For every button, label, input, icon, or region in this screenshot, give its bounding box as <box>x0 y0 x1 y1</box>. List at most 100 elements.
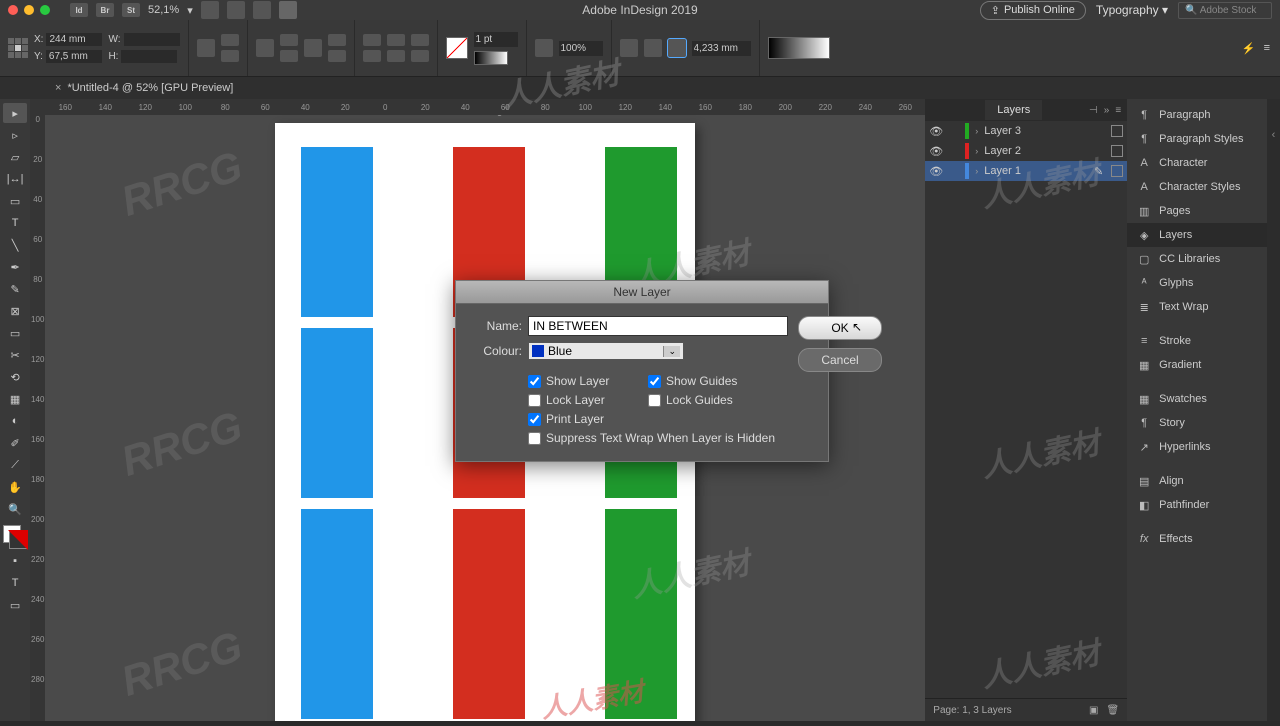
gradient-swatch-tool[interactable]: ▦ <box>3 389 27 409</box>
disclosure-icon[interactable]: › <box>975 166 978 176</box>
gpu-icon[interactable] <box>279 1 297 19</box>
rail-hyperlinks[interactable]: ↗Hyperlinks <box>1127 435 1267 459</box>
rail-glyphs[interactable]: ᴬGlyphs <box>1127 271 1267 295</box>
corner-icon-2[interactable] <box>328 50 346 62</box>
rail-align[interactable]: ▤Align <box>1127 469 1267 493</box>
option-icon-2[interactable] <box>280 50 298 62</box>
screen-mode-icon[interactable] <box>253 1 271 19</box>
red-block[interactable] <box>453 509 525 719</box>
align-right-icon[interactable] <box>387 34 405 46</box>
panel-menu-icon[interactable]: ≡ <box>1264 42 1270 54</box>
page-tool[interactable]: ▱ <box>3 147 27 167</box>
rotate-icon[interactable] <box>197 39 215 57</box>
panel-collapse-icon[interactable]: ⊣ <box>1089 105 1098 116</box>
h-input[interactable] <box>121 50 177 63</box>
app-icon-br[interactable]: Br <box>96 3 114 17</box>
blue-block[interactable] <box>301 509 373 719</box>
layer-row[interactable]: 👁 › Layer 2 <box>925 141 1127 161</box>
minimize-window-button[interactable] <box>24 5 34 15</box>
adobe-stock-search[interactable]: 🔍 Adobe Stock <box>1178 2 1272 19</box>
lock-layer-checkbox[interactable]: Lock Layer <box>528 393 648 407</box>
type-tool[interactable]: T <box>3 213 27 233</box>
hand-tool[interactable]: ✋ <box>3 477 27 497</box>
layer-name-input[interactable] <box>528 316 788 336</box>
distribute-v-icon[interactable] <box>411 50 429 62</box>
layer-target-icon[interactable] <box>1111 125 1123 137</box>
opacity-input[interactable] <box>559 41 603 56</box>
view-option-icon[interactable] <box>201 1 219 19</box>
selection-tool[interactable]: ▸ <box>3 103 27 123</box>
tab-close-icon[interactable]: × <box>55 82 61 94</box>
align-left-icon[interactable] <box>363 34 381 46</box>
lock-guides-checkbox[interactable]: Lock Guides <box>648 393 788 407</box>
corner-icon[interactable] <box>328 34 346 46</box>
rail-gradient[interactable]: ▦Gradient <box>1127 353 1267 377</box>
cancel-button[interactable]: Cancel <box>798 348 882 372</box>
option-icon[interactable] <box>280 34 298 46</box>
rail-layers[interactable]: ◈Layers <box>1127 223 1267 247</box>
rail-story[interactable]: ¶Story <box>1127 411 1267 435</box>
textwrap-icon-3[interactable] <box>668 39 686 57</box>
rail-stroke[interactable]: ≡Stroke <box>1127 329 1267 353</box>
dock-expand-icon[interactable]: ‹ <box>1272 129 1276 141</box>
align-v-icon[interactable] <box>387 50 405 62</box>
ok-button[interactable]: OK↖ <box>798 316 882 340</box>
rectangle-tool[interactable]: ▭ <box>3 323 27 343</box>
effects-icon[interactable] <box>535 39 553 57</box>
rail-text-wrap[interactable]: ≣Text Wrap <box>1127 295 1267 319</box>
quick-apply-icon[interactable]: ⚡ <box>1242 42 1256 55</box>
distribute-h-icon[interactable] <box>411 34 429 46</box>
note-tool[interactable]: ✐ <box>3 433 27 453</box>
textwrap-icon-1[interactable] <box>620 39 638 57</box>
gradient-swatch[interactable] <box>768 37 830 59</box>
layer-row[interactable]: 👁 › Layer 3 <box>925 121 1127 141</box>
flip-h-icon[interactable] <box>221 34 239 46</box>
content-collector-tool[interactable]: ▭ <box>3 191 27 211</box>
pencil-tool[interactable]: ✎ <box>3 279 27 299</box>
rail-effects[interactable]: fxEffects <box>1127 527 1267 551</box>
panel-expand-icon[interactable]: » <box>1104 105 1110 116</box>
disclosure-icon[interactable]: › <box>975 126 978 136</box>
view-mode-icon[interactable]: ▭ <box>3 595 27 615</box>
fill-stroke-control[interactable] <box>3 525 27 549</box>
panel-menu-icon[interactable]: ≡ <box>1115 105 1121 116</box>
rail-paragraph-styles[interactable]: ¶Paragraph Styles <box>1127 127 1267 151</box>
visibility-icon[interactable]: 👁 <box>929 145 943 158</box>
rail-pages[interactable]: ▥Pages <box>1127 199 1267 223</box>
visibility-icon[interactable]: 👁 <box>929 125 943 138</box>
zoom-tool[interactable]: 🔍 <box>3 499 27 519</box>
stroke-style[interactable] <box>474 51 508 65</box>
direct-selection-tool[interactable]: ▹ <box>3 125 27 145</box>
x-input[interactable] <box>46 33 102 46</box>
free-transform-tool[interactable]: ⟲ <box>3 367 27 387</box>
apply-color-icon[interactable]: ▪ <box>3 551 27 571</box>
fit-icon[interactable] <box>304 39 322 57</box>
suppress-wrap-checkbox[interactable]: Suppress Text Wrap When Layer is Hidden <box>528 431 788 445</box>
blue-block[interactable] <box>301 147 373 317</box>
format-text-icon[interactable]: T <box>3 573 27 593</box>
layer-target-icon[interactable] <box>1111 145 1123 157</box>
stroke-weight-input[interactable] <box>474 32 518 47</box>
maximize-window-button[interactable] <box>40 5 50 15</box>
rail-character[interactable]: ACharacter <box>1127 151 1267 175</box>
show-layer-checkbox[interactable]: Show Layer <box>528 374 648 388</box>
layers-panel-tab[interactable]: Layers <box>985 100 1042 120</box>
gap-tool[interactable]: |↔| <box>3 169 27 189</box>
delete-layer-icon[interactable]: 🗑 <box>1106 705 1119 716</box>
rail-cc-libraries[interactable]: ▢CC Libraries <box>1127 247 1267 271</box>
blue-block[interactable] <box>301 328 373 498</box>
green-block[interactable] <box>605 509 677 719</box>
visibility-icon[interactable]: 👁 <box>929 165 943 178</box>
rail-paragraph[interactable]: ¶Paragraph <box>1127 103 1267 127</box>
measure-input[interactable] <box>692 41 751 56</box>
textwrap-icon-2[interactable] <box>644 39 662 57</box>
align-h-icon[interactable] <box>363 50 381 62</box>
show-guides-checkbox[interactable]: Show Guides <box>648 374 788 388</box>
y-input[interactable] <box>46 50 102 63</box>
close-window-button[interactable] <box>8 5 18 15</box>
rail-pathfinder[interactable]: ◧Pathfinder <box>1127 493 1267 517</box>
dropdown-caret-icon[interactable]: ▾ <box>187 4 193 17</box>
layer-row[interactable]: 👁 › Layer 1 ✎ <box>925 161 1127 181</box>
document-tab[interactable]: × *Untitled-4 @ 52% [GPU Preview] <box>45 79 243 97</box>
w-input[interactable] <box>124 33 180 46</box>
